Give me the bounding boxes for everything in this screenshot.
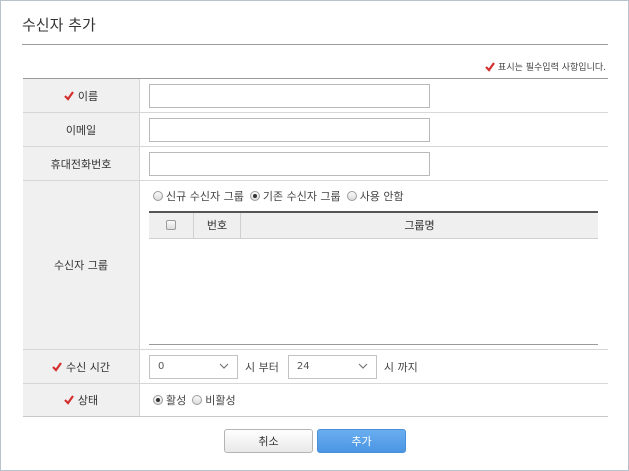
radio-dot[interactable]: [192, 395, 203, 405]
group-existing-radio[interactable]: 기존 수신자 그룹: [249, 188, 341, 204]
time-label-text: 수신 시간: [66, 360, 110, 374]
group-none-radio[interactable]: 사용 안함: [346, 188, 404, 204]
status-inactive-label: 비활성: [205, 394, 236, 407]
status-label-text: 상태: [77, 394, 99, 407]
required-check-icon: [52, 361, 62, 372]
time-from-value: 0: [158, 361, 165, 372]
email-label-text: 이메일: [65, 123, 97, 137]
name-row: 이름: [23, 79, 608, 113]
group-label-text: 수신자 그룹: [53, 259, 109, 272]
phone-label-text: 휴대전화번호: [50, 157, 112, 171]
email-label: 이메일: [23, 113, 140, 146]
radio-dot[interactable]: [249, 190, 260, 201]
status-label: 상태: [23, 384, 140, 416]
time-label: 수신 시간: [23, 350, 140, 383]
group-row: 수신자 그룹 신규 수신자 그룹 기존 수신자 그룹 사용 안함 번호 그룹명: [23, 181, 608, 350]
time-to-suffix: 시 까지: [383, 360, 418, 374]
recipient-form: 이름 이메일 휴대전화번호 수신자 그룹 신규 수신자 그룹 기존 수신자 그룹…: [23, 78, 608, 417]
phone-row: 휴대전화번호: [23, 147, 608, 181]
phone-input[interactable]: [149, 151, 430, 176]
time-from-select[interactable]: 0: [149, 354, 238, 379]
status-active-radio[interactable]: 활성: [153, 392, 186, 408]
required-note-text: 표시는 필수입력 사항입니다.: [498, 63, 606, 73]
time-to-select[interactable]: 24: [287, 354, 377, 379]
required-check-icon: [485, 61, 495, 72]
select-all-checkbox[interactable]: [166, 220, 176, 231]
cancel-button[interactable]: 취소: [224, 429, 313, 453]
group-table-header: 번호 그룹명: [149, 212, 598, 239]
time-row: 수신 시간 0 시 부터 24 시 까지: [23, 350, 608, 384]
phone-label: 휴대전화번호: [23, 147, 140, 180]
status-active-label: 활성: [166, 394, 187, 407]
group-existing-label: 기존 수신자 그룹: [262, 189, 341, 203]
dialog-title: 수신자 추가: [22, 16, 96, 34]
required-check-icon: [64, 395, 74, 405]
time-from-suffix: 시 부터: [245, 360, 279, 374]
chevron-down-icon: [219, 361, 229, 372]
status-inactive-radio[interactable]: 비활성: [192, 392, 236, 408]
name-label: 이름: [23, 79, 140, 112]
add-button[interactable]: 추가: [317, 429, 406, 453]
col-group-name: 그룹명: [404, 219, 435, 233]
select-all-cell: [149, 212, 194, 238]
required-check-icon: [64, 90, 74, 101]
email-row: 이메일: [23, 113, 608, 147]
name-input[interactable]: [149, 83, 430, 108]
group-radio-set: 신규 수신자 그룹 기존 수신자 그룹 사용 안함: [153, 187, 410, 205]
required-note: 표시는 필수입력 사항입니다.: [485, 60, 606, 73]
radio-dot[interactable]: [153, 395, 163, 405]
add-recipient-dialog: 수신자 추가 표시는 필수입력 사항입니다. 이름 이메일 휴대전화번호 수신자…: [0, 0, 629, 471]
status-row: 상태 활성 비활성: [23, 384, 608, 416]
radio-dot[interactable]: [153, 190, 163, 201]
chevron-down-icon: [358, 361, 368, 372]
group-none-label: 사용 안함: [359, 189, 404, 203]
email-input[interactable]: [149, 117, 430, 142]
radio-dot[interactable]: [346, 190, 357, 201]
group-table: 번호 그룹명: [149, 210, 598, 345]
name-label-text: 이름: [77, 89, 99, 103]
group-new-radio[interactable]: 신규 수신자 그룹: [153, 188, 244, 204]
group-new-label: 신규 수신자 그룹: [166, 189, 244, 203]
time-to-value: 24: [296, 361, 310, 372]
group-label: 수신자 그룹: [23, 181, 140, 349]
title-divider: [22, 44, 608, 45]
col-number: 번호: [194, 212, 241, 238]
